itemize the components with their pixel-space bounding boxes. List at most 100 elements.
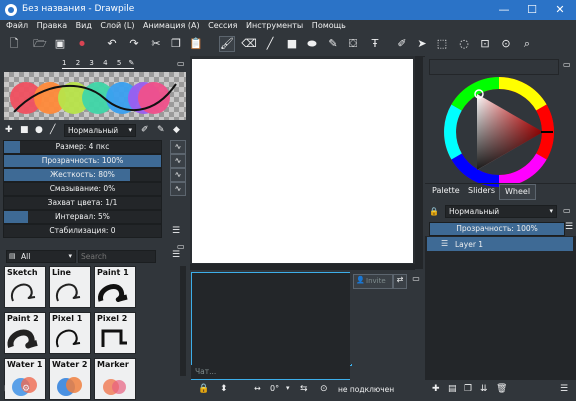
brush-edit-icon[interactable]: ✎ xyxy=(157,125,165,135)
network-options-icon[interactable]: ⇄ xyxy=(393,274,407,289)
brush-list-scrollbar[interactable] xyxy=(180,266,186,376)
layer-settings-icon[interactable]: ☰ xyxy=(560,384,568,394)
stabilizer-slider[interactable]: Стабилизация: 0 xyxy=(3,224,162,238)
eraser-icon[interactable]: ⌫ xyxy=(241,36,257,52)
chat-input[interactable]: Чат... xyxy=(191,365,350,380)
smudge-pressure-icon[interactable]: ∿ xyxy=(170,182,186,196)
menu-session[interactable]: Сессия xyxy=(208,20,237,32)
chat-splitter[interactable] xyxy=(350,272,352,364)
eraser-mode-icon[interactable]: ◆ xyxy=(173,125,180,135)
brush-marker[interactable]: Marker xyxy=(94,358,136,400)
brush-shape-pixel-icon[interactable]: ■ xyxy=(20,125,29,135)
record-icon[interactable]: ⏺ xyxy=(74,36,90,52)
undock-chat-icon[interactable]: ▭ xyxy=(410,274,422,287)
menu-help[interactable]: Помощь xyxy=(312,20,346,32)
redo-icon[interactable]: ↷ xyxy=(126,36,142,52)
undo-icon[interactable]: ↶ xyxy=(104,36,120,52)
brush-shape-round-icon[interactable]: ● xyxy=(35,125,43,135)
brush-line[interactable]: Line xyxy=(49,266,91,308)
brush-shape-smudge-icon[interactable]: ╱ xyxy=(50,125,55,135)
chevron-down-icon[interactable]: ▾ xyxy=(286,384,290,392)
tab-wheel[interactable]: Wheel xyxy=(499,184,537,200)
preset-tab-4[interactable]: 4 xyxy=(103,59,107,67)
lasso-select-icon[interactable]: ◌ xyxy=(456,36,472,52)
color-wheel[interactable] xyxy=(443,76,555,188)
lock-icon[interactable]: 🔒 xyxy=(198,384,209,394)
drawing-canvas[interactable] xyxy=(192,59,413,263)
menu-animation[interactable]: Анимация (A) xyxy=(143,20,200,32)
import-brush-icon[interactable]: ⊞ xyxy=(4,384,12,394)
zoom-fit-icon[interactable]: ⊡ xyxy=(477,36,493,52)
hardness-pressure-icon[interactable]: ∿ xyxy=(170,168,186,182)
spacing-slider[interactable]: Интервал: 5% xyxy=(3,210,162,224)
menu-view[interactable]: Вид xyxy=(76,20,92,32)
eyedropper-icon[interactable]: ✐ xyxy=(141,125,149,135)
copy-icon[interactable]: ❐ xyxy=(168,36,184,52)
brush-menu-icon[interactable]: ☰ xyxy=(172,250,180,260)
brush-settings-icon[interactable]: ⚙ xyxy=(22,384,30,394)
rotate-icon[interactable]: ↔ xyxy=(254,384,261,393)
rotation-value[interactable]: 0° xyxy=(270,384,279,393)
inspector-icon[interactable]: ⊙ xyxy=(498,36,514,52)
undock-layers-icon[interactable]: ▭ xyxy=(563,206,571,215)
preset-tab-5[interactable]: 5 xyxy=(117,59,121,67)
brush-pixel-1[interactable]: Pixel 1 xyxy=(49,312,91,354)
brush-category-select[interactable]: ▤ All ▾ xyxy=(6,250,76,263)
duplicate-layer-icon[interactable]: ❐ xyxy=(464,384,472,394)
preset-tab-3[interactable]: 3 xyxy=(89,59,93,67)
menu-file[interactable]: Файл xyxy=(6,20,28,32)
layer-lock-icon[interactable]: 🔒 xyxy=(429,207,439,216)
size-slider[interactable]: Размер: 4 пкс xyxy=(3,140,162,154)
text-tool-icon[interactable]: Ŧ xyxy=(367,36,383,52)
brush-pixel-2[interactable]: Pixel 2 xyxy=(94,312,136,354)
menu-layer[interactable]: Слой (L) xyxy=(100,20,134,32)
undock-icon[interactable]: ▭ xyxy=(177,59,185,68)
save-icon[interactable]: ▣ xyxy=(52,36,68,52)
new-file-icon[interactable]: 🗋 xyxy=(6,36,22,52)
blend-mode-select[interactable]: Нормальный ▾ xyxy=(64,124,136,137)
preset-tab-1[interactable]: 1 xyxy=(62,59,66,67)
maximize-button[interactable]: ☐ xyxy=(518,0,546,20)
smudge-slider[interactable]: Смазывание: 0% xyxy=(3,182,162,196)
close-button[interactable]: ✕ xyxy=(546,0,574,20)
bezier-tool-icon[interactable]: ✎ xyxy=(325,36,341,52)
brush-search-input[interactable] xyxy=(78,250,156,263)
brush-shape-square-icon[interactable]: ✚ xyxy=(5,125,13,135)
tab-palette[interactable]: Palette xyxy=(427,184,465,198)
paste-icon[interactable]: 📋 xyxy=(188,36,204,52)
opacity-pressure-icon[interactable]: ∿ xyxy=(170,154,186,168)
rect-select-icon[interactable]: ⬚ xyxy=(434,36,450,52)
merge-layer-icon[interactable]: ⇊ xyxy=(480,384,488,394)
color-pickup-slider[interactable]: Захват цвета: 1/1 xyxy=(3,196,162,210)
layer-menu-icon[interactable]: ☰ xyxy=(565,222,573,232)
add-layer-icon[interactable]: ✚ xyxy=(432,384,440,394)
line-tool-icon[interactable]: ╱ xyxy=(262,36,278,52)
menu-list-icon[interactable]: ☰ xyxy=(172,226,180,236)
sync-icon[interactable]: ⇆ xyxy=(300,384,308,394)
view-flip-icon[interactable]: ⬍ xyxy=(220,384,228,394)
menu-edit[interactable]: Правка xyxy=(37,20,67,32)
menu-tools[interactable]: Инструменты xyxy=(246,20,303,32)
open-file-icon[interactable]: 🗁 xyxy=(32,36,48,52)
brush-sketch[interactable]: Sketch xyxy=(4,266,46,308)
tab-sliders[interactable]: Sliders xyxy=(463,184,500,198)
invite-button[interactable]: 👤 Invite xyxy=(353,274,393,289)
freehand-brush-icon[interactable]: 🖌 xyxy=(219,36,235,52)
preset-tab-2[interactable]: 2 xyxy=(76,59,80,67)
canvas-vertical-scrollbar[interactable] xyxy=(415,56,423,269)
pointer-icon[interactable]: ➤ xyxy=(414,36,430,52)
color-picker-icon[interactable]: ✐ xyxy=(394,36,410,52)
opacity-slider[interactable]: Прозрачность: 100% xyxy=(3,154,162,168)
rectangle-tool-icon[interactable]: ■ xyxy=(284,36,300,52)
size-pressure-icon[interactable]: ∿ xyxy=(170,140,186,154)
layer-blend-select[interactable]: Нормальный ▾ xyxy=(445,205,557,218)
brush-water-2[interactable]: Water 2 xyxy=(49,358,91,400)
undock-color-icon[interactable]: ▭ xyxy=(563,60,571,69)
layer-visible-icon[interactable]: ☰ xyxy=(441,239,448,248)
zoom-icon[interactable]: ⌕ xyxy=(519,36,535,52)
brush-paint-1[interactable]: Paint 1 xyxy=(94,266,136,308)
fill-tool-icon[interactable]: ⛋ xyxy=(345,36,361,52)
delete-layer-icon[interactable]: 🗑 xyxy=(496,384,507,394)
brush-paint-2[interactable]: Paint 2 xyxy=(4,312,46,354)
ellipse-tool-icon[interactable]: ⬬ xyxy=(304,36,320,52)
